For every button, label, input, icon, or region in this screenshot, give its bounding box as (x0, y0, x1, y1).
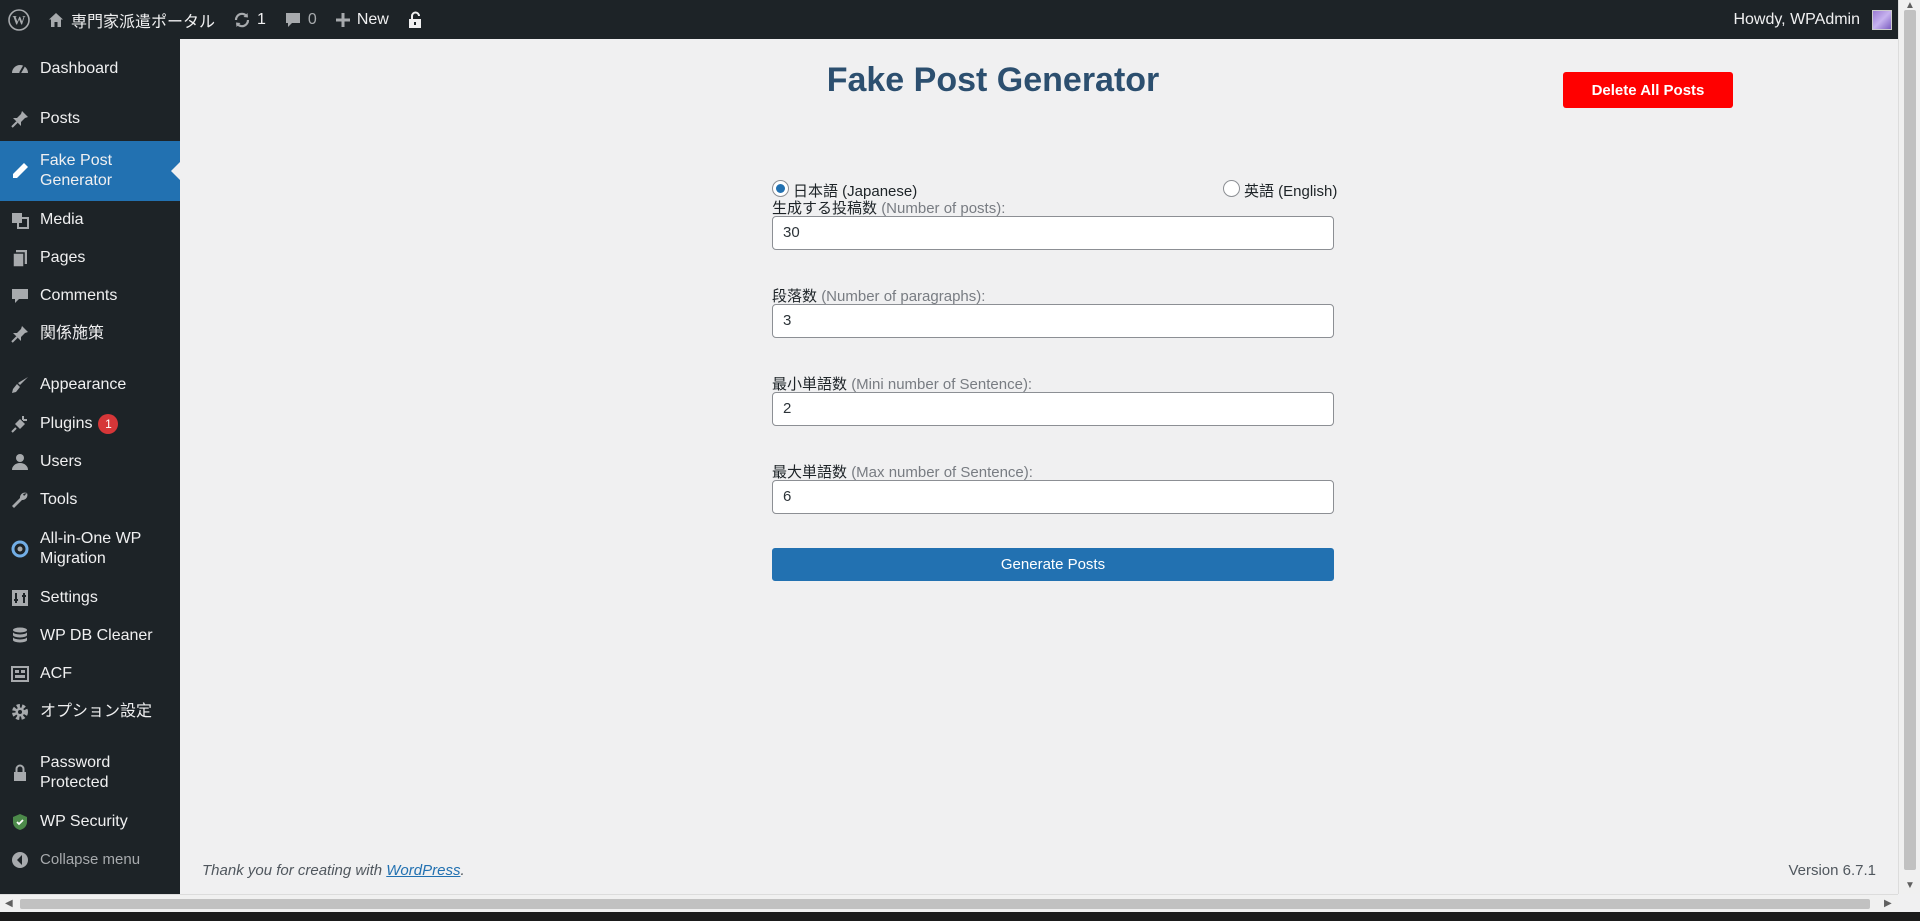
radio-english[interactable]: 英語 (English) (1223, 180, 1337, 201)
comments-link[interactable]: 0 (275, 0, 326, 39)
footer-thanks: Thank you for creating with WordPress. (202, 862, 465, 879)
posts-count-label: 生成する投稿数 (Number of posts): (772, 197, 1005, 218)
paragraphs-label-en: (Number of paragraphs): (821, 288, 986, 305)
settings-icon (10, 588, 30, 608)
user-icon (10, 452, 30, 472)
sidebar-item-appearance[interactable]: Appearance (0, 365, 180, 405)
main-content: Fake Post Generator Delete All Posts 日本語… (180, 39, 1898, 894)
plugins-update-badge: 1 (98, 413, 119, 434)
sidebar-item-related-measures[interactable]: 関係施策 (0, 315, 180, 353)
brush-icon (10, 375, 30, 395)
taskbar-strip (0, 912, 1920, 921)
shield-icon (10, 812, 30, 832)
max-words-label-jp: 最大単語数 (772, 464, 848, 481)
lock-icon (10, 763, 30, 783)
sidebar-item-comments[interactable]: Comments (0, 277, 180, 315)
comment-icon (284, 11, 302, 29)
comments-count: 0 (307, 10, 317, 28)
plugins-label: Plugins (40, 415, 93, 433)
site-name: 専門家派遣ポータル (71, 13, 216, 31)
posts-count-label-jp: 生成する投稿数 (772, 200, 878, 217)
home-icon (47, 11, 65, 29)
footer-thanks-text: Thank you for creating with (202, 862, 387, 879)
my-account-link[interactable]: Howdy, WPAdmin (1724, 0, 1898, 39)
sidebar-item-tools[interactable]: Tools (0, 481, 180, 519)
sidebar-item-fake-post-generator[interactable]: Fake Post Generator (0, 141, 180, 201)
wordpress-logo-icon[interactable]: W (0, 0, 38, 39)
min-words-input[interactable]: 2 (772, 392, 1334, 426)
unlock-icon[interactable] (398, 0, 432, 39)
howdy-text: Howdy, WPAdmin (1733, 10, 1860, 28)
sidebar-item-media[interactable]: Media (0, 201, 180, 239)
sidebar-item-all-in-one-wp-migration[interactable]: All-in-One WP Migration (0, 519, 180, 579)
updates-link[interactable]: 1 (224, 0, 275, 39)
collapse-arrow-icon (10, 850, 30, 870)
paragraphs-label: 段落数 (Number of paragraphs): (772, 285, 985, 306)
sidebar-item-settings[interactable]: Settings (0, 579, 180, 617)
acf-icon (10, 664, 30, 684)
delete-all-posts-button[interactable]: Delete All Posts (1563, 72, 1733, 108)
avatar (1872, 9, 1892, 30)
scroll-left-arrow-icon[interactable]: ◀ (5, 898, 13, 909)
max-words-label-en: (Max number of Sentence): (851, 464, 1033, 481)
vertical-scroll-thumb[interactable] (1904, 10, 1916, 870)
migration-icon (10, 539, 30, 559)
plug-icon (10, 414, 30, 434)
footer-thanks-period: . (460, 862, 465, 879)
sidebar-item-dashboard[interactable]: Dashboard (0, 39, 180, 99)
svg-text:W: W (13, 12, 26, 27)
sidebar-item-wp-db-cleaner[interactable]: WP DB Cleaner (0, 617, 180, 655)
sidebar-item-password-protected[interactable]: Password Protected (0, 743, 180, 803)
min-words-label: 最小単語数 (Mini number of Sentence): (772, 373, 1032, 394)
new-content-link[interactable]: New (326, 0, 398, 39)
wordpress-link[interactable]: WordPress (386, 862, 460, 879)
pin-icon (10, 109, 30, 129)
vertical-scrollbar[interactable]: ▲ ▼ (1898, 0, 1920, 894)
sidebar-item-plugins[interactable]: Plugins 1 (0, 405, 180, 443)
wrench-icon (10, 490, 30, 510)
radio-english-label: 英語 (English) (1244, 183, 1338, 200)
updates-icon (233, 11, 251, 29)
sidebar-item-pages[interactable]: Pages (0, 239, 180, 277)
admin-bar: W 専門家派遣ポータル 1 0 New Howdy, WPAdmin (0, 0, 1898, 39)
pencil-icon (10, 161, 30, 181)
collapse-menu-button[interactable]: Collapse menu (0, 841, 180, 879)
sidebar-item-acf[interactable]: ACF (0, 655, 180, 693)
scroll-down-arrow-icon[interactable]: ▼ (1905, 880, 1915, 891)
sidebar-item-wp-security[interactable]: WP Security (0, 803, 180, 841)
comment-icon (10, 286, 30, 306)
media-icon (10, 210, 30, 230)
scroll-right-arrow-icon[interactable]: ▶ (1884, 898, 1892, 909)
plus-icon (335, 12, 351, 28)
horizontal-scrollbar[interactable]: ◀ ▶ (0, 894, 1898, 912)
pin-icon (10, 324, 30, 344)
generate-posts-button[interactable]: Generate Posts (772, 548, 1334, 581)
max-words-label: 最大単語数 (Max number of Sentence): (772, 461, 1033, 482)
paragraphs-label-jp: 段落数 (772, 288, 818, 305)
posts-count-input[interactable]: 30 (772, 216, 1334, 250)
page-title: Fake Post Generator (826, 61, 1160, 99)
horizontal-scroll-thumb[interactable] (20, 899, 1870, 909)
radio-japanese-dot[interactable] (772, 180, 789, 197)
site-name-link[interactable]: 専門家派遣ポータル (38, 0, 224, 39)
footer-version: Version 6.7.1 (1788, 862, 1876, 879)
min-words-label-en: (Mini number of Sentence): (851, 376, 1033, 393)
database-icon (10, 626, 30, 646)
radio-english-dot[interactable] (1223, 180, 1240, 197)
max-words-input[interactable]: 6 (772, 480, 1334, 514)
sidebar-item-option-settings[interactable]: オプション設定 (0, 693, 180, 731)
dashboard-icon (10, 59, 30, 79)
gear-icon (10, 702, 30, 722)
paragraphs-input[interactable]: 3 (772, 304, 1334, 338)
updates-count: 1 (257, 10, 266, 28)
admin-sidebar: Dashboard Posts Fake Post Generator Medi… (0, 39, 180, 894)
posts-count-label-en: (Number of posts): (881, 200, 1006, 217)
sidebar-item-users[interactable]: Users (0, 443, 180, 481)
new-label: New (356, 10, 389, 28)
pages-icon (10, 248, 30, 268)
sidebar-item-posts[interactable]: Posts (0, 99, 180, 139)
min-words-label-jp: 最小単語数 (772, 376, 848, 393)
